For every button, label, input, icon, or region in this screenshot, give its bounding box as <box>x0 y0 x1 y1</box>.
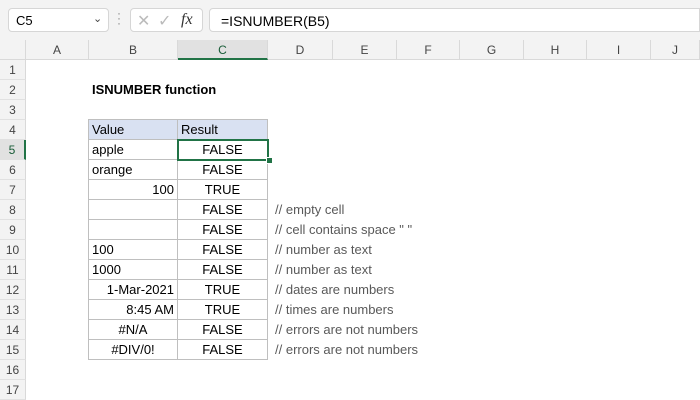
row-header-2[interactable]: 2 <box>0 80 26 100</box>
row-header-4[interactable]: 4 <box>0 120 26 140</box>
row-header-10[interactable]: 10 <box>0 240 26 260</box>
column-header-g[interactable]: G <box>460 40 524 60</box>
value-cell[interactable]: #DIV/0! <box>88 339 178 360</box>
formula-buttons: ✕ ✓ fx <box>130 8 203 32</box>
result-cell[interactable]: FALSE <box>177 319 268 340</box>
row-header-11[interactable]: 11 <box>0 260 26 280</box>
row-header-13[interactable]: 13 <box>0 300 26 320</box>
result-cell[interactable]: FALSE <box>177 339 268 360</box>
active-cell-border <box>177 139 269 161</box>
row-header-3[interactable]: 3 <box>0 100 26 120</box>
name-box[interactable]: C5 ⌄ <box>8 8 109 32</box>
sheet-title: ISNUMBER function <box>92 82 217 97</box>
result-cell[interactable]: FALSE <box>177 259 268 280</box>
row-header-8[interactable]: 8 <box>0 200 26 220</box>
more-options-icon: · · · <box>117 6 121 30</box>
value-cell[interactable] <box>88 219 178 240</box>
comment-cell[interactable]: // times are numbers <box>272 300 397 320</box>
column-header-a[interactable]: A <box>26 40 89 60</box>
value-cell[interactable]: apple <box>88 139 178 160</box>
column-header-i[interactable]: I <box>587 40 651 60</box>
value-cell[interactable]: 1-Mar-2021 <box>88 279 178 300</box>
row-header-12[interactable]: 12 <box>0 280 26 300</box>
column-header-b[interactable]: B <box>89 40 178 60</box>
result-cell[interactable]: FALSE <box>177 239 268 260</box>
row-header-1[interactable]: 1 <box>0 60 26 80</box>
comment-cell[interactable]: // empty cell <box>272 200 347 220</box>
enter-icon[interactable]: ✓ <box>158 11 171 31</box>
column-header-h[interactable]: H <box>524 40 587 60</box>
select-all-corner[interactable] <box>0 40 26 60</box>
result-cell[interactable]: FALSE <box>177 199 268 220</box>
formula-input[interactable]: =ISNUMBER(B5) <box>209 8 700 32</box>
table-header-result[interactable]: Result <box>177 119 268 140</box>
value-cell[interactable]: 1000 <box>88 259 178 280</box>
column-header-f[interactable]: F <box>397 40 460 60</box>
cancel-icon[interactable]: ✕ <box>137 11 150 31</box>
chevron-down-icon[interactable]: ⌄ <box>93 12 102 25</box>
column-header-d[interactable]: D <box>268 40 333 60</box>
column-header-j[interactable]: J <box>651 40 700 60</box>
row-header-6[interactable]: 6 <box>0 160 26 180</box>
row-header-16[interactable]: 16 <box>0 360 26 380</box>
comment-cell[interactable]: // number as text <box>272 260 375 280</box>
value-cell[interactable]: #N/A <box>88 319 178 340</box>
comment-cell[interactable]: // errors are not numbers <box>272 340 421 360</box>
result-cell[interactable]: TRUE <box>177 179 268 200</box>
result-cell[interactable]: TRUE <box>177 299 268 320</box>
value-cell[interactable]: 100 <box>88 239 178 260</box>
formula-text: =ISNUMBER(B5) <box>221 13 330 29</box>
comment-cell[interactable]: // cell contains space " " <box>272 220 415 240</box>
fill-handle[interactable] <box>266 157 273 164</box>
value-cell[interactable]: 100 <box>88 179 178 200</box>
row-header-15[interactable]: 15 <box>0 340 26 360</box>
column-header-e[interactable]: E <box>333 40 397 60</box>
row-header-9[interactable]: 9 <box>0 220 26 240</box>
formula-bar-area: C5 ⌄ · · · ✕ ✓ fx =ISNUMBER(B5) <box>0 0 700 40</box>
value-cell[interactable] <box>88 199 178 220</box>
row-header-7[interactable]: 7 <box>0 180 26 200</box>
result-cell[interactable]: TRUE <box>177 279 268 300</box>
value-cell[interactable]: orange <box>88 159 178 180</box>
comment-cell[interactable]: // dates are numbers <box>272 280 397 300</box>
row-header-14[interactable]: 14 <box>0 320 26 340</box>
table-header-value[interactable]: Value <box>88 119 178 140</box>
comment-cell[interactable]: // errors are not numbers <box>272 320 421 340</box>
row-header-17[interactable]: 17 <box>0 380 26 400</box>
result-cell[interactable]: FALSE <box>177 219 268 240</box>
comment-cell[interactable]: // number as text <box>272 240 375 260</box>
row-header-5[interactable]: 5 <box>0 140 26 160</box>
column-header-c[interactable]: C <box>178 40 268 60</box>
name-box-value: C5 <box>16 13 33 28</box>
value-cell[interactable]: 8:45 AM <box>88 299 178 320</box>
result-cell[interactable]: FALSE <box>177 159 268 180</box>
insert-function-icon[interactable]: fx <box>181 11 193 29</box>
